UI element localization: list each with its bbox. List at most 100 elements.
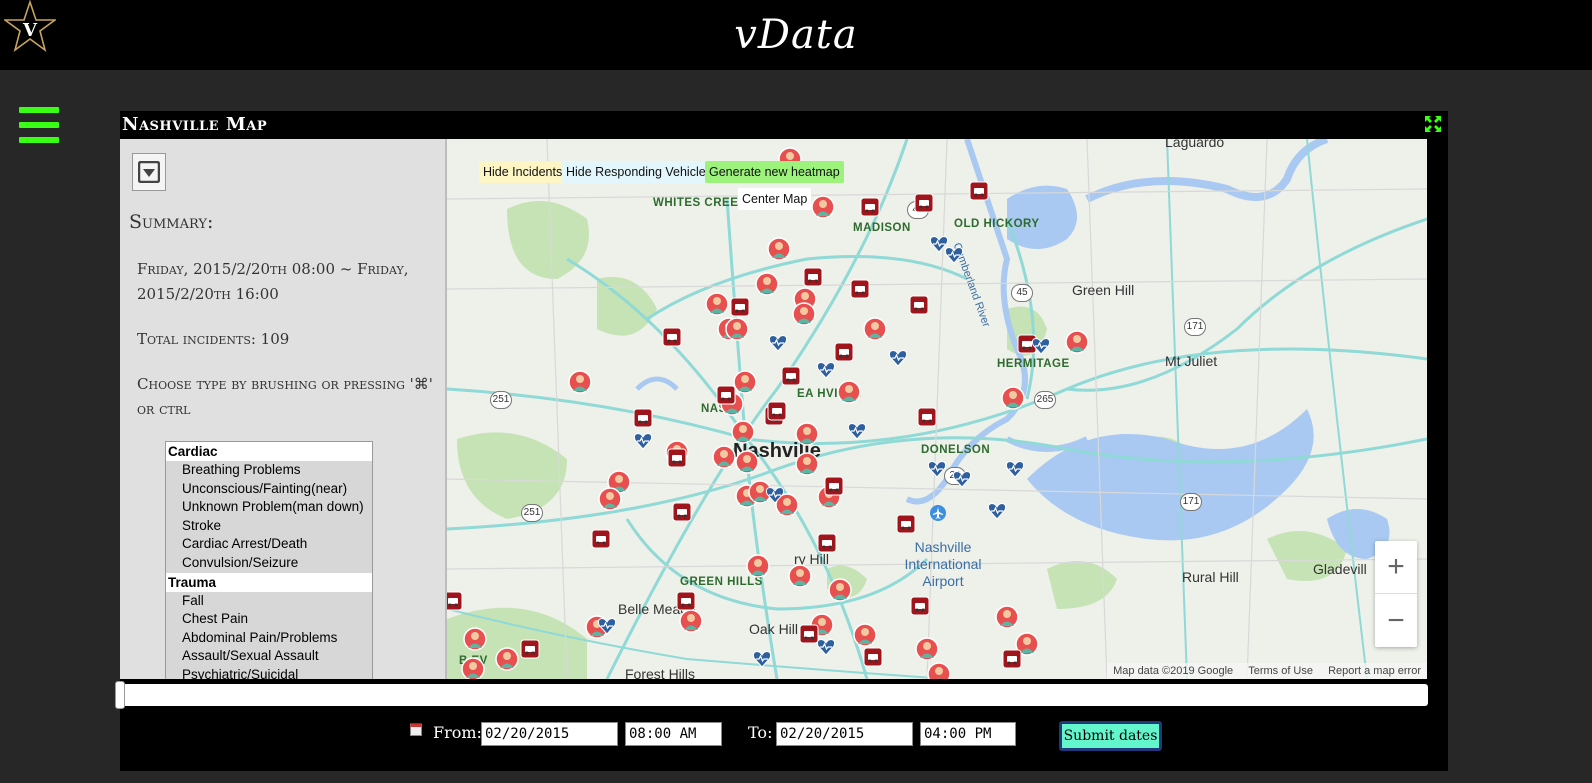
- incident-type-select[interactable]: Cardiac Breathing Problems Unconscious/F…: [165, 441, 373, 679]
- incident-marker-icon[interactable]: [792, 302, 816, 326]
- incident-marker-icon[interactable]: [725, 317, 749, 341]
- ambulance-marker-icon[interactable]: [1002, 649, 1022, 669]
- incident-marker-icon[interactable]: [828, 578, 852, 602]
- incident-marker-icon[interactable]: [837, 380, 861, 404]
- to-time-input[interactable]: [920, 722, 1016, 746]
- incident-marker-icon[interactable]: [463, 627, 487, 651]
- vehicle-heart-marker-icon[interactable]: [1005, 460, 1025, 478]
- incident-marker-icon[interactable]: [1065, 330, 1089, 354]
- incident-marker-icon[interactable]: [853, 623, 877, 647]
- incident-marker-icon[interactable]: [679, 609, 703, 633]
- incident-marker-icon[interactable]: [788, 564, 812, 588]
- ambulance-marker-icon[interactable]: [860, 197, 880, 217]
- type-option[interactable]: Cardiac Arrest/Death: [166, 535, 372, 554]
- type-option[interactable]: Convulsion/Seizure: [166, 554, 372, 573]
- vehicle-heart-marker-icon[interactable]: [816, 361, 836, 379]
- ambulance-marker-icon[interactable]: [676, 591, 696, 611]
- vehicle-heart-marker-icon[interactable]: [1031, 337, 1051, 355]
- vehicle-heart-marker-icon[interactable]: [765, 486, 785, 504]
- terms-of-use-link[interactable]: Terms of Use: [1248, 665, 1313, 677]
- ambulance-marker-icon[interactable]: [520, 639, 540, 659]
- incident-marker-icon[interactable]: [731, 420, 755, 444]
- ambulance-marker-icon[interactable]: [591, 529, 611, 549]
- ambulance-marker-icon[interactable]: [803, 267, 823, 287]
- ambulance-marker-icon[interactable]: [969, 181, 989, 201]
- ambulance-marker-icon[interactable]: [633, 408, 653, 428]
- ambulance-marker-icon[interactable]: [863, 647, 883, 667]
- fullscreen-icon[interactable]: [1424, 115, 1442, 133]
- incident-marker-icon[interactable]: [995, 605, 1019, 629]
- incident-marker-icon[interactable]: [461, 657, 485, 679]
- ambulance-marker-icon[interactable]: [896, 514, 916, 534]
- ambulance-marker-icon[interactable]: [910, 596, 930, 616]
- incident-marker-icon[interactable]: [863, 317, 887, 341]
- type-option[interactable]: Chest Pain: [166, 610, 372, 629]
- type-option[interactable]: Unknown Problem(man down): [166, 498, 372, 517]
- incident-marker-icon[interactable]: [915, 637, 939, 661]
- zoom-out-button[interactable]: −: [1375, 594, 1417, 647]
- ambulance-marker-icon[interactable]: [767, 401, 787, 421]
- incident-marker-icon[interactable]: [811, 195, 835, 219]
- ambulance-marker-icon[interactable]: [914, 193, 934, 213]
- vehicle-heart-marker-icon[interactable]: [847, 422, 867, 440]
- from-time-input[interactable]: [625, 722, 722, 746]
- incident-marker-icon[interactable]: [733, 370, 757, 394]
- hide-vehicles-button[interactable]: Hide Responding Vehicles: [562, 161, 716, 183]
- center-map-button[interactable]: Center Map: [738, 188, 812, 210]
- from-date-input[interactable]: [481, 722, 618, 746]
- ambulance-marker-icon[interactable]: [662, 327, 682, 347]
- type-option[interactable]: Stroke: [166, 517, 372, 536]
- vehicle-heart-marker-icon[interactable]: [752, 650, 772, 668]
- ambulance-marker-icon[interactable]: [909, 295, 929, 315]
- incident-marker-icon[interactable]: [795, 422, 819, 446]
- vehicle-heart-marker-icon[interactable]: [952, 470, 972, 488]
- incident-marker-icon[interactable]: [1001, 386, 1025, 410]
- type-option[interactable]: Fall: [166, 592, 372, 611]
- ambulance-marker-icon[interactable]: [447, 591, 463, 611]
- ambulance-marker-icon[interactable]: [824, 476, 844, 496]
- type-option[interactable]: Psychiatric/Suicidal: [166, 666, 372, 679]
- ambulance-marker-icon[interactable]: [781, 366, 801, 386]
- to-date-input[interactable]: [776, 722, 913, 746]
- vehicle-heart-marker-icon[interactable]: [633, 432, 653, 450]
- slider-handle[interactable]: [115, 681, 125, 709]
- incident-marker-icon[interactable]: [495, 647, 519, 671]
- ambulance-marker-icon[interactable]: [667, 448, 687, 468]
- hide-incidents-button[interactable]: Hide Incidents: [479, 161, 567, 183]
- menu-icon[interactable]: [19, 107, 59, 145]
- nashville-map[interactable]: WHITES CREEK MADISON OLD HICKORY Green H…: [447, 139, 1427, 679]
- generate-heatmap-button[interactable]: Generate new heatmap: [705, 161, 844, 183]
- vehicle-heart-marker-icon[interactable]: [944, 246, 964, 264]
- ambulance-marker-icon[interactable]: [730, 297, 750, 317]
- incident-marker-icon[interactable]: [705, 292, 729, 316]
- time-range-slider[interactable]: [115, 681, 1428, 709]
- vehicle-heart-marker-icon[interactable]: [597, 617, 617, 635]
- type-option[interactable]: Breathing Problems: [166, 461, 372, 480]
- calendar-icon[interactable]: [410, 722, 422, 736]
- zoom-in-button[interactable]: +: [1375, 541, 1417, 594]
- ambulance-marker-icon[interactable]: [850, 279, 870, 299]
- incident-marker-icon[interactable]: [927, 662, 951, 679]
- vehicle-heart-marker-icon[interactable]: [987, 502, 1007, 520]
- vehicle-heart-marker-icon[interactable]: [927, 460, 947, 478]
- vehicle-heart-marker-icon[interactable]: [816, 638, 836, 656]
- ambulance-marker-icon[interactable]: [917, 407, 937, 427]
- collapse-toggle-button[interactable]: [132, 153, 166, 191]
- report-map-error-link[interactable]: Report a map error: [1328, 665, 1421, 677]
- incident-marker-icon[interactable]: [795, 452, 819, 476]
- incident-marker-icon[interactable]: [767, 237, 791, 261]
- submit-dates-button[interactable]: Submit dates: [1059, 721, 1162, 751]
- ambulance-marker-icon[interactable]: [834, 342, 854, 362]
- incident-marker-icon[interactable]: [712, 445, 736, 469]
- vehicle-heart-marker-icon[interactable]: [768, 334, 788, 352]
- incident-marker-icon[interactable]: [735, 450, 759, 474]
- ambulance-marker-icon[interactable]: [672, 502, 692, 522]
- vehicle-heart-marker-icon[interactable]: [888, 349, 908, 367]
- type-option[interactable]: Unconscious/Fainting(near): [166, 480, 372, 499]
- type-option[interactable]: Assault/Sexual Assault: [166, 647, 372, 666]
- type-option[interactable]: Abdominal Pain/Problems: [166, 629, 372, 648]
- incident-marker-icon[interactable]: [755, 272, 779, 296]
- ambulance-marker-icon[interactable]: [716, 385, 736, 405]
- incident-marker-icon[interactable]: [568, 370, 592, 394]
- incident-marker-icon[interactable]: [598, 487, 622, 511]
